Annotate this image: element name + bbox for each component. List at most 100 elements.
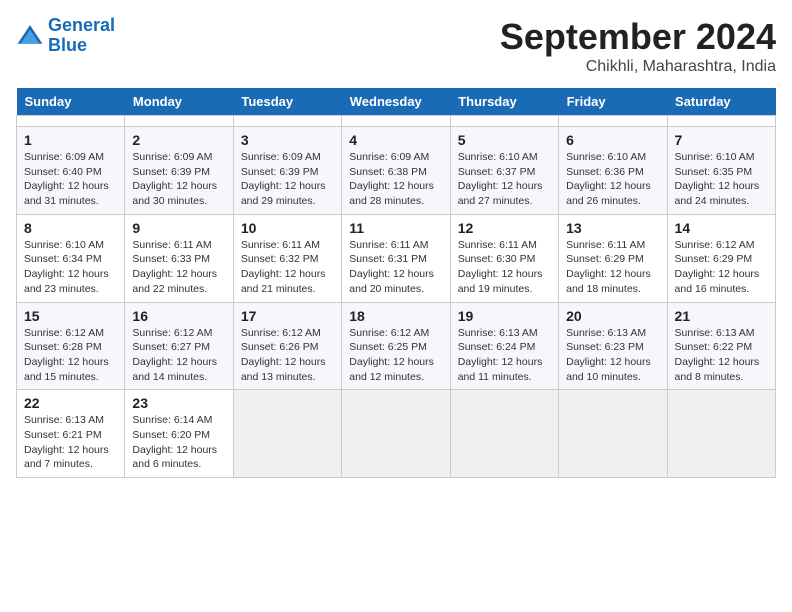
day-number: 23 — [132, 395, 225, 411]
calendar-row: 15 Sunrise: 6:12 AM Sunset: 6:28 PM Dayl… — [17, 302, 776, 390]
table-cell: 12 Sunrise: 6:11 AM Sunset: 6:30 PM Dayl… — [450, 214, 558, 302]
table-cell — [559, 116, 667, 127]
table-cell — [342, 116, 450, 127]
header-saturday: Saturday — [667, 88, 775, 116]
calendar-row: 1 Sunrise: 6:09 AM Sunset: 6:40 PM Dayli… — [17, 127, 776, 215]
day-detail: Sunrise: 6:12 AM Sunset: 6:27 PM Dayligh… — [132, 326, 225, 385]
day-number: 11 — [349, 220, 442, 236]
day-number: 6 — [566, 132, 659, 148]
day-number: 22 — [24, 395, 117, 411]
table-cell — [450, 116, 558, 127]
logo-line1: General — [48, 15, 115, 35]
table-cell — [342, 390, 450, 478]
day-number: 17 — [241, 308, 334, 324]
day-detail: Sunrise: 6:13 AM Sunset: 6:23 PM Dayligh… — [566, 326, 659, 385]
day-number: 9 — [132, 220, 225, 236]
table-cell — [233, 390, 341, 478]
calendar-row: 22 Sunrise: 6:13 AM Sunset: 6:21 PM Dayl… — [17, 390, 776, 478]
day-number: 20 — [566, 308, 659, 324]
day-number: 1 — [24, 132, 117, 148]
title-block: September 2024 Chikhli, Maharashtra, Ind… — [500, 16, 776, 76]
day-detail: Sunrise: 6:11 AM Sunset: 6:29 PM Dayligh… — [566, 238, 659, 297]
day-detail: Sunrise: 6:09 AM Sunset: 6:39 PM Dayligh… — [132, 150, 225, 209]
header-monday: Monday — [125, 88, 233, 116]
day-number: 8 — [24, 220, 117, 236]
table-cell — [559, 390, 667, 478]
day-detail: Sunrise: 6:11 AM Sunset: 6:32 PM Dayligh… — [241, 238, 334, 297]
table-cell: 23 Sunrise: 6:14 AM Sunset: 6:20 PM Dayl… — [125, 390, 233, 478]
location-subtitle: Chikhli, Maharashtra, India — [500, 58, 776, 76]
day-detail: Sunrise: 6:13 AM Sunset: 6:24 PM Dayligh… — [458, 326, 551, 385]
logo-icon — [16, 22, 44, 50]
table-cell: 7 Sunrise: 6:10 AM Sunset: 6:35 PM Dayli… — [667, 127, 775, 215]
days-header-row: Sunday Monday Tuesday Wednesday Thursday… — [17, 88, 776, 116]
table-cell: 8 Sunrise: 6:10 AM Sunset: 6:34 PM Dayli… — [17, 214, 125, 302]
day-detail: Sunrise: 6:12 AM Sunset: 6:28 PM Dayligh… — [24, 326, 117, 385]
table-cell: 5 Sunrise: 6:10 AM Sunset: 6:37 PM Dayli… — [450, 127, 558, 215]
day-number: 14 — [675, 220, 768, 236]
table-cell: 10 Sunrise: 6:11 AM Sunset: 6:32 PM Dayl… — [233, 214, 341, 302]
day-number: 15 — [24, 308, 117, 324]
day-number: 21 — [675, 308, 768, 324]
header-sunday: Sunday — [17, 88, 125, 116]
day-number: 13 — [566, 220, 659, 236]
header-thursday: Thursday — [450, 88, 558, 116]
table-cell — [667, 390, 775, 478]
table-cell: 13 Sunrise: 6:11 AM Sunset: 6:29 PM Dayl… — [559, 214, 667, 302]
table-cell — [233, 116, 341, 127]
table-cell — [125, 116, 233, 127]
table-cell: 14 Sunrise: 6:12 AM Sunset: 6:29 PM Dayl… — [667, 214, 775, 302]
day-detail: Sunrise: 6:13 AM Sunset: 6:21 PM Dayligh… — [24, 413, 117, 472]
month-title: September 2024 — [500, 16, 776, 58]
day-detail: Sunrise: 6:11 AM Sunset: 6:31 PM Dayligh… — [349, 238, 442, 297]
table-cell: 16 Sunrise: 6:12 AM Sunset: 6:27 PM Dayl… — [125, 302, 233, 390]
table-cell: 19 Sunrise: 6:13 AM Sunset: 6:24 PM Dayl… — [450, 302, 558, 390]
calendar-row: 8 Sunrise: 6:10 AM Sunset: 6:34 PM Dayli… — [17, 214, 776, 302]
day-detail: Sunrise: 6:10 AM Sunset: 6:37 PM Dayligh… — [458, 150, 551, 209]
table-cell: 20 Sunrise: 6:13 AM Sunset: 6:23 PM Dayl… — [559, 302, 667, 390]
day-number: 3 — [241, 132, 334, 148]
day-detail: Sunrise: 6:09 AM Sunset: 6:38 PM Dayligh… — [349, 150, 442, 209]
day-detail: Sunrise: 6:10 AM Sunset: 6:34 PM Dayligh… — [24, 238, 117, 297]
table-cell: 15 Sunrise: 6:12 AM Sunset: 6:28 PM Dayl… — [17, 302, 125, 390]
day-detail: Sunrise: 6:09 AM Sunset: 6:40 PM Dayligh… — [24, 150, 117, 209]
day-number: 4 — [349, 132, 442, 148]
day-number: 10 — [241, 220, 334, 236]
header-wednesday: Wednesday — [342, 88, 450, 116]
table-cell — [667, 116, 775, 127]
day-detail: Sunrise: 6:10 AM Sunset: 6:36 PM Dayligh… — [566, 150, 659, 209]
day-detail: Sunrise: 6:12 AM Sunset: 6:29 PM Dayligh… — [675, 238, 768, 297]
day-number: 16 — [132, 308, 225, 324]
day-detail: Sunrise: 6:14 AM Sunset: 6:20 PM Dayligh… — [132, 413, 225, 472]
table-cell: 22 Sunrise: 6:13 AM Sunset: 6:21 PM Dayl… — [17, 390, 125, 478]
table-cell: 11 Sunrise: 6:11 AM Sunset: 6:31 PM Dayl… — [342, 214, 450, 302]
day-detail: Sunrise: 6:12 AM Sunset: 6:26 PM Dayligh… — [241, 326, 334, 385]
day-detail: Sunrise: 6:11 AM Sunset: 6:30 PM Dayligh… — [458, 238, 551, 297]
day-detail: Sunrise: 6:12 AM Sunset: 6:25 PM Dayligh… — [349, 326, 442, 385]
day-number: 12 — [458, 220, 551, 236]
day-number: 2 — [132, 132, 225, 148]
calendar-table: Sunday Monday Tuesday Wednesday Thursday… — [16, 88, 776, 478]
table-cell — [450, 390, 558, 478]
page-header: General Blue September 2024 Chikhli, Mah… — [16, 16, 776, 76]
table-cell: 4 Sunrise: 6:09 AM Sunset: 6:38 PM Dayli… — [342, 127, 450, 215]
table-cell: 1 Sunrise: 6:09 AM Sunset: 6:40 PM Dayli… — [17, 127, 125, 215]
table-cell — [17, 116, 125, 127]
day-detail: Sunrise: 6:13 AM Sunset: 6:22 PM Dayligh… — [675, 326, 768, 385]
header-tuesday: Tuesday — [233, 88, 341, 116]
table-cell: 3 Sunrise: 6:09 AM Sunset: 6:39 PM Dayli… — [233, 127, 341, 215]
day-number: 7 — [675, 132, 768, 148]
logo-text: General Blue — [48, 16, 115, 56]
day-detail: Sunrise: 6:10 AM Sunset: 6:35 PM Dayligh… — [675, 150, 768, 209]
table-cell: 9 Sunrise: 6:11 AM Sunset: 6:33 PM Dayli… — [125, 214, 233, 302]
table-cell: 6 Sunrise: 6:10 AM Sunset: 6:36 PM Dayli… — [559, 127, 667, 215]
day-number: 19 — [458, 308, 551, 324]
day-number: 5 — [458, 132, 551, 148]
header-friday: Friday — [559, 88, 667, 116]
table-cell: 17 Sunrise: 6:12 AM Sunset: 6:26 PM Dayl… — [233, 302, 341, 390]
logo-line2: Blue — [48, 35, 87, 55]
calendar-row — [17, 116, 776, 127]
table-cell: 2 Sunrise: 6:09 AM Sunset: 6:39 PM Dayli… — [125, 127, 233, 215]
day-detail: Sunrise: 6:11 AM Sunset: 6:33 PM Dayligh… — [132, 238, 225, 297]
day-detail: Sunrise: 6:09 AM Sunset: 6:39 PM Dayligh… — [241, 150, 334, 209]
